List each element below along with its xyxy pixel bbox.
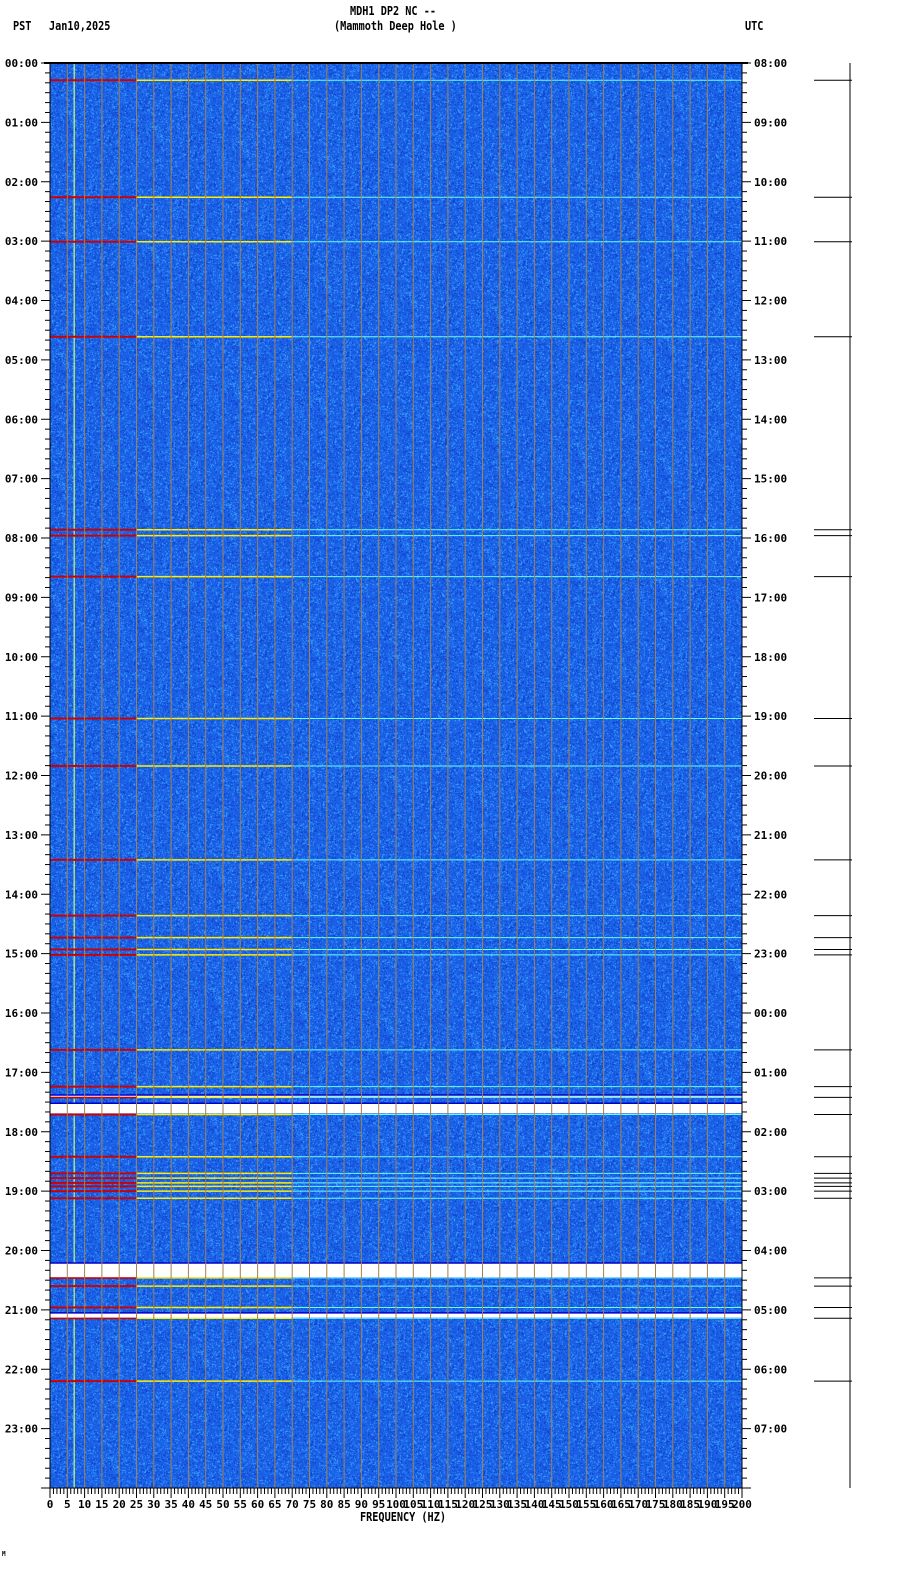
x-tick-label: 25 — [130, 1498, 143, 1511]
right-time-label: 13:00 — [754, 354, 787, 367]
right-time-label: 18:00 — [754, 651, 787, 664]
left-time-label: 20:00 — [5, 1245, 38, 1258]
x-tick-label: 200 — [732, 1498, 752, 1511]
left-time-label: 03:00 — [5, 235, 38, 248]
x-tick-label: 30 — [147, 1498, 160, 1511]
x-tick-label: 70 — [286, 1498, 299, 1511]
right-time-label: 14:00 — [754, 413, 787, 426]
left-time-label: 07:00 — [5, 473, 38, 486]
x-tick-label: 5 — [64, 1498, 71, 1511]
right-time-label: 02:00 — [754, 1126, 787, 1139]
right-time-label: 03:00 — [754, 1185, 787, 1198]
left-time-label: 09:00 — [5, 591, 38, 604]
spectrogram-page: MDH1 DP2 NC -- (Mammoth Deep Hole ) PST … — [0, 0, 902, 1584]
right-time-label: 21:00 — [754, 829, 787, 842]
x-tick-label: 50 — [216, 1498, 229, 1511]
left-time-label: 04:00 — [5, 295, 38, 308]
right-time-label: 17:00 — [754, 591, 787, 604]
x-tick-label: 75 — [303, 1498, 316, 1511]
x-tick-label: 20 — [113, 1498, 126, 1511]
x-tick-label: 40 — [182, 1498, 195, 1511]
right-time-label: 11:00 — [754, 235, 787, 248]
right-time-label: 09:00 — [754, 116, 787, 129]
right-time-label: 15:00 — [754, 473, 787, 486]
left-time-label: 17:00 — [5, 1066, 38, 1079]
right-time-label: 22:00 — [754, 888, 787, 901]
x-tick-label: 35 — [164, 1498, 177, 1511]
left-time-label: 06:00 — [5, 413, 38, 426]
left-time-label: 18:00 — [5, 1126, 38, 1139]
x-tick-label: 90 — [355, 1498, 368, 1511]
right-time-label: 07:00 — [754, 1423, 787, 1436]
x-tick-label: 0 — [47, 1498, 54, 1511]
right-time-label: 23:00 — [754, 948, 787, 961]
right-time-label: 08:00 — [754, 57, 787, 70]
x-tick-label: 95 — [372, 1498, 385, 1511]
left-time-label: 15:00 — [5, 948, 38, 961]
right-time-label: 10:00 — [754, 176, 787, 189]
right-time-label: 20:00 — [754, 770, 787, 783]
left-time-label: 05:00 — [5, 354, 38, 367]
right-time-label: 16:00 — [754, 532, 787, 545]
right-time-label: 05:00 — [754, 1304, 787, 1317]
left-time-label: 23:00 — [5, 1423, 38, 1436]
left-time-label: 14:00 — [5, 888, 38, 901]
x-tick-label: 45 — [199, 1498, 212, 1511]
left-time-label: 10:00 — [5, 651, 38, 664]
spectrogram-overlay: 0 5 10 15 20 25 30 35 40 45 50 55 60 65 70 75 80 85 90 95 10… — [5, 57, 852, 1511]
left-time-label: 16:00 — [5, 1007, 38, 1020]
right-time-label: 01:00 — [754, 1066, 787, 1079]
left-time-label: 22:00 — [5, 1363, 38, 1376]
left-time-label: 12:00 — [5, 770, 38, 783]
x-tick-label: 10 — [78, 1498, 91, 1511]
right-time-label: 06:00 — [754, 1363, 787, 1376]
left-time-label: 19:00 — [5, 1185, 38, 1198]
left-time-label: 08:00 — [5, 532, 38, 545]
right-time-label: 04:00 — [754, 1245, 787, 1258]
x-tick-label: 65 — [268, 1498, 281, 1511]
right-time-label: 00:00 — [754, 1007, 787, 1020]
x-tick-label: 80 — [320, 1498, 333, 1511]
x-tick-label: 60 — [251, 1498, 264, 1511]
x-tick-label: 55 — [234, 1498, 247, 1511]
x-tick-label: 15 — [95, 1498, 108, 1511]
right-time-label: 12:00 — [754, 295, 787, 308]
left-time-label: 11:00 — [5, 710, 38, 723]
left-time-label: 00:00 — [5, 57, 38, 70]
left-time-label: 02:00 — [5, 176, 38, 189]
right-time-label: 19:00 — [754, 710, 787, 723]
left-time-label: 01:00 — [5, 116, 38, 129]
x-tick-label: 85 — [337, 1498, 350, 1511]
left-time-label: 13:00 — [5, 829, 38, 842]
left-time-label: 21:00 — [5, 1304, 38, 1317]
